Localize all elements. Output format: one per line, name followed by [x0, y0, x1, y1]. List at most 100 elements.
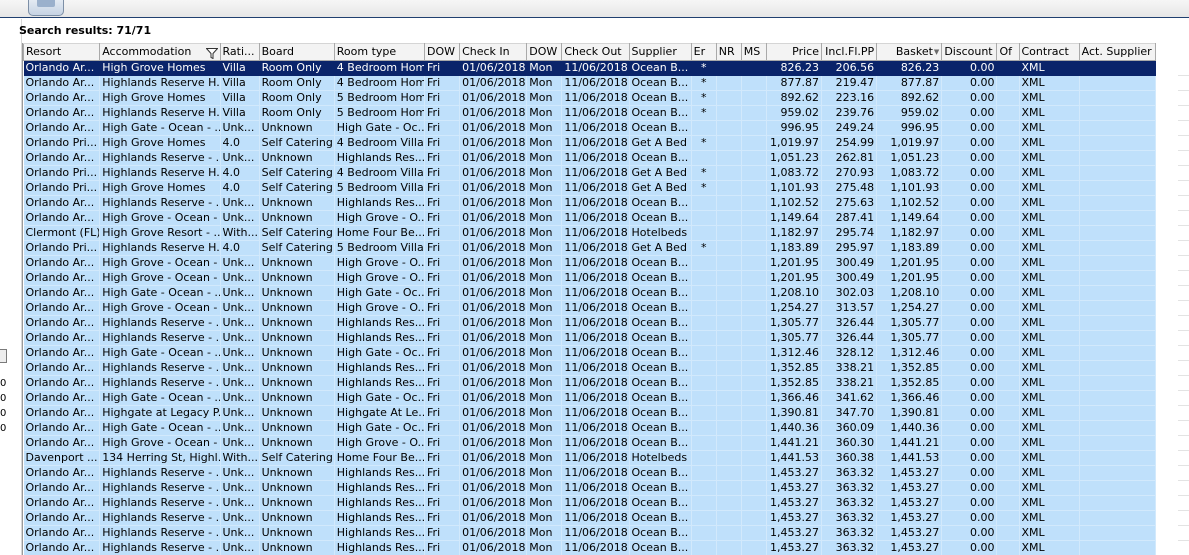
column-header-accommodation[interactable]: Accommodation [99, 43, 221, 61]
cell-price: 1,254.27 [766, 300, 823, 316]
table-row[interactable]: Orlando Ar... High Gate - Ocean - ... Unk.… [23, 390, 1157, 406]
table-row[interactable]: Orlando Pri... Highlands Reserve H... 4.0 S… [23, 240, 1157, 256]
cell-basket: 1,102.52 [876, 195, 943, 211]
cell-inclflpp: 223.16 [821, 90, 878, 106]
cell-of [996, 135, 1020, 151]
column-header-basket[interactable]: Basket▼ [876, 43, 943, 61]
cell-discount: 0.00 [941, 525, 998, 541]
cell-accommodation: Highlands Reserve H... [99, 240, 221, 256]
column-header-label: Act. Supplier [1081, 45, 1152, 58]
column-header-dow2[interactable]: DOW [526, 43, 563, 61]
cell-ms [741, 120, 767, 136]
cell-accommodation: Highlands Reserve H... [99, 165, 221, 181]
cell-checkin: 01/06/2018 [459, 315, 528, 331]
table-row[interactable]: Davenport ... 134 Herring St, Highl... Wit… [23, 450, 1157, 466]
column-header-nr[interactable]: NR [715, 43, 742, 61]
table-row[interactable]: Orlando Ar... Highlands Reserve - ... Unk.… [23, 480, 1157, 496]
cell-resort: Orlando Ar... [23, 210, 101, 226]
cell-resort: Clermont (FL) [23, 225, 101, 241]
table-row[interactable]: Orlando Ar... Highlands Reserve H... Villa… [23, 75, 1157, 91]
cell-ms [741, 480, 767, 496]
cell-inclflpp: 295.74 [821, 225, 878, 241]
table-row[interactable]: Orlando Ar... High Grove - Ocean - ... Unk… [23, 255, 1157, 271]
cell-nr [716, 360, 742, 376]
cell-accommodation: Highlands Reserve - ... [99, 195, 221, 211]
cell-checkin: 01/06/2018 [459, 180, 528, 196]
table-row[interactable]: Orlando Ar... Highlands Reserve - ... Unk.… [23, 510, 1157, 526]
table-row[interactable]: Orlando Ar... Highlands Reserve H... Villa… [23, 105, 1157, 121]
cell-accommodation: High Gate - Ocean - ... [99, 285, 221, 301]
cell-accommodation: High Grove - Ocean - ... [99, 300, 221, 316]
cell-resort: Davenport ... [23, 450, 101, 466]
cell-rating: With... [220, 450, 260, 466]
panel-stub-button[interactable] [0, 349, 7, 363]
table-row[interactable]: Orlando Ar... Highlands Reserve - ... Unk.… [23, 315, 1157, 331]
table-row[interactable]: Orlando Pri... High Grove Homes 4.0 Self Ca… [23, 180, 1157, 196]
table-row[interactable]: Orlando Ar... High Gate - Ocean - ... Unk.… [23, 285, 1157, 301]
cell-dow2: Mon [526, 240, 563, 256]
table-row[interactable]: Orlando Ar... High Grove - Ocean - ... Unk… [23, 210, 1157, 226]
column-header-price[interactable]: Price [765, 43, 823, 61]
table-row[interactable]: Orlando Ar... Highlands Reserve - ... Unk.… [23, 150, 1157, 166]
table-row[interactable]: Orlando Ar... Highgate at Legacy P... Unk.… [23, 405, 1157, 421]
cell-supplier: Ocean B... [629, 60, 692, 76]
filter-icon[interactable] [205, 48, 218, 59]
cell-price: 1,440.36 [766, 420, 823, 436]
cell-supplier: Ocean B... [629, 105, 692, 121]
table-row[interactable]: Orlando Ar... Highlands Reserve - ... Unk.… [23, 465, 1157, 481]
table-row[interactable]: Orlando Ar... High Grove - Ocean - ... Unk… [23, 435, 1157, 451]
column-header-label: Check Out [564, 45, 622, 58]
cell-nr [716, 405, 742, 421]
column-header-inclflpp[interactable]: Incl.Fl.PP [820, 43, 878, 61]
cell-board: Unknown [259, 120, 335, 136]
table-row[interactable]: Orlando Ar... High Gate - Ocean - ... Unk.… [23, 345, 1157, 361]
column-header-supplier[interactable]: Supplier [628, 43, 692, 61]
cell-of [996, 240, 1020, 256]
column-header-checkin[interactable]: Check In [459, 43, 528, 61]
column-header-er[interactable]: Er [690, 43, 717, 61]
sort-desc-icon[interactable]: ▼ [934, 45, 939, 59]
cell-er [691, 120, 717, 136]
column-header-contract[interactable]: Contract [1018, 43, 1080, 61]
column-header-checkout[interactable]: Check Out [561, 43, 630, 61]
table-row[interactable]: Orlando Pri... High Grove Homes 4.0 Self Ca… [23, 135, 1157, 151]
table-row[interactable]: Orlando Ar... Highlands Reserve - ... Unk.… [23, 360, 1157, 376]
cell-actsupplier [1079, 465, 1157, 481]
table-row[interactable]: Orlando Ar... Highlands Reserve - ... Unk.… [23, 525, 1157, 541]
table-row[interactable]: Orlando Ar... Highlands Reserve - ... Unk.… [23, 375, 1157, 391]
app-icon[interactable] [28, 0, 64, 16]
column-header-roomtype[interactable]: Room type [333, 43, 426, 61]
table-row[interactable]: Clermont (FL) High Grove Resort - ... With… [23, 225, 1157, 241]
table-row[interactable]: Orlando Ar... High Gate - Ocean - ... Unk.… [23, 420, 1157, 436]
cell-basket: 1,201.95 [876, 255, 943, 271]
column-header-ms[interactable]: MS [740, 43, 767, 61]
column-header-resort[interactable]: Resort [23, 43, 101, 61]
column-header-of[interactable]: Of [996, 43, 1020, 61]
cell-roomtype: Highlands Res... [334, 540, 426, 555]
column-header-dow1[interactable]: DOW [424, 43, 461, 61]
cell-basket: 1,183.89 [876, 240, 943, 256]
table-row[interactable]: Orlando Ar... Highlands Reserve - ... Unk.… [23, 540, 1157, 555]
cell-of [996, 495, 1020, 511]
cell-checkout: 11/06/2018 [561, 270, 630, 286]
cell-dow1: Fri [424, 450, 461, 466]
table-row[interactable]: Orlando Ar... High Grove Homes Villa Room O… [23, 90, 1157, 106]
table-row[interactable]: Orlando Ar... High Gate - Ocean - ... Unk.… [23, 120, 1157, 136]
table-row[interactable]: Orlando Ar... High Grove Homes Villa Room O… [23, 60, 1157, 76]
column-header-actsupplier[interactable]: Act. Supplier [1078, 43, 1157, 61]
table-row[interactable]: Orlando Ar... High Grove - Ocean - ... Unk… [23, 270, 1157, 286]
cell-supplier: Hotelbeds [629, 450, 692, 466]
column-header-board[interactable]: Board [258, 43, 335, 61]
column-header-discount[interactable]: Discount [941, 43, 998, 61]
cell-price: 1,102.52 [766, 195, 823, 211]
results-grid[interactable]: Resort Accommodation Rati... Board Room type… [22, 43, 1189, 555]
table-row[interactable]: Orlando Ar... Highlands Reserve - ... Unk.… [23, 495, 1157, 511]
column-header-rating[interactable]: Rati... [219, 43, 260, 61]
table-row[interactable]: Orlando Pri... Highlands Reserve H... 4.0 S… [23, 165, 1157, 181]
cell-roomtype: Highlands Res... [334, 465, 426, 481]
table-row[interactable]: Orlando Ar... Highlands Reserve - ... Unk.… [23, 195, 1157, 211]
cell-nr [716, 345, 742, 361]
table-row[interactable]: Orlando Ar... Highlands Reserve - ... Unk.… [23, 330, 1157, 346]
table-row[interactable]: Orlando Ar... High Grove - Ocean - ... Unk… [23, 300, 1157, 316]
cell-board: Self Catering [259, 225, 335, 241]
